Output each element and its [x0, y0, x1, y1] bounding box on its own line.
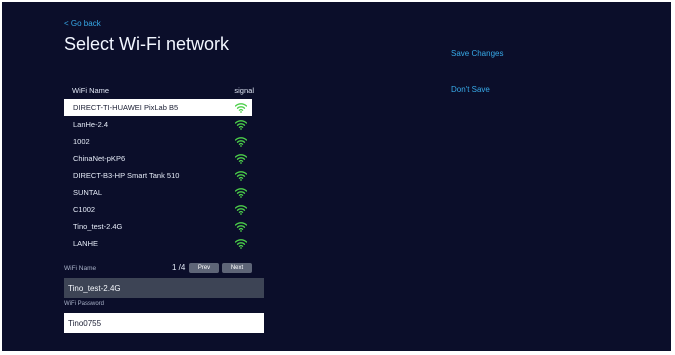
page-title: Select Wi-Fi network	[64, 34, 230, 54]
wifi-signal-icon	[235, 171, 247, 181]
next-page-button[interactable]: Next	[222, 263, 252, 273]
wifi-network-row[interactable]: ChinaNet-pKP6	[64, 150, 252, 167]
wifi-network-name: C1002	[73, 205, 96, 214]
wifi-network-name: ChinaNet-pKP6	[73, 154, 126, 163]
wifi-signal-icon	[235, 188, 247, 198]
wifi-network-row[interactable]: LanHe-2.4	[64, 116, 252, 133]
dont-save-button[interactable]: Don't Save	[451, 85, 490, 94]
wifi-network-name: 1002	[73, 137, 90, 146]
wifi-signal-icon	[235, 154, 247, 164]
app-screen: < Go back Select Wi-Fi network WiFi Name…	[2, 2, 671, 351]
save-changes-button[interactable]: Save Changes	[451, 49, 503, 58]
wifi-signal-icon	[235, 205, 247, 215]
wifi-signal-icon	[235, 239, 247, 249]
column-header-wifi-name: WiFi Name	[72, 86, 110, 95]
wifi-signal-icon	[235, 222, 247, 232]
wifi-signal-icon	[235, 137, 247, 147]
wifi-name-label: WiFi Name	[64, 265, 97, 272]
wifi-password-label: WiFi Password	[64, 301, 105, 307]
wifi-network-name: Tino_test-2.4G	[73, 222, 123, 231]
column-header-signal: signal	[234, 86, 254, 95]
wifi-network-row[interactable]: Tino_test-2.4G	[64, 218, 252, 235]
wifi-signal-icon	[235, 103, 247, 113]
wifi-network-list: DIRECT-TI-HUAWEI PixLab B5 LanHe-2.4 100…	[64, 99, 252, 252]
go-back-link[interactable]: < Go back	[64, 19, 101, 28]
wifi-network-row[interactable]: DIRECT-TI-HUAWEI PixLab B5	[64, 99, 252, 116]
prev-page-button[interactable]: Prev	[189, 263, 219, 273]
wifi-network-name: DIRECT-TI-HUAWEI PixLab B5	[73, 103, 179, 112]
wifi-signal-icon	[235, 120, 247, 130]
wifi-network-row[interactable]: LANHE	[64, 235, 252, 252]
wifi-network-row[interactable]: DIRECT-B3-HP Smart Tank 510	[64, 167, 252, 184]
wifi-name-field[interactable]: Tino_test-2.4G	[64, 278, 264, 298]
page-indicator: 1 /4	[172, 263, 186, 272]
pager-bar: WiFi Name 1 /4 Prev Next	[64, 263, 254, 275]
wifi-password-field[interactable]: Tino0755	[64, 313, 264, 333]
wifi-network-name: LANHE	[73, 239, 99, 248]
wifi-network-name: LanHe-2.4	[73, 120, 109, 129]
wifi-network-name: SUNTAL	[73, 188, 103, 197]
wifi-network-row[interactable]: C1002	[64, 201, 252, 218]
wifi-network-row[interactable]: SUNTAL	[64, 184, 252, 201]
wifi-network-row[interactable]: 1002	[64, 133, 252, 150]
wifi-network-name: DIRECT-B3-HP Smart Tank 510	[73, 171, 180, 180]
